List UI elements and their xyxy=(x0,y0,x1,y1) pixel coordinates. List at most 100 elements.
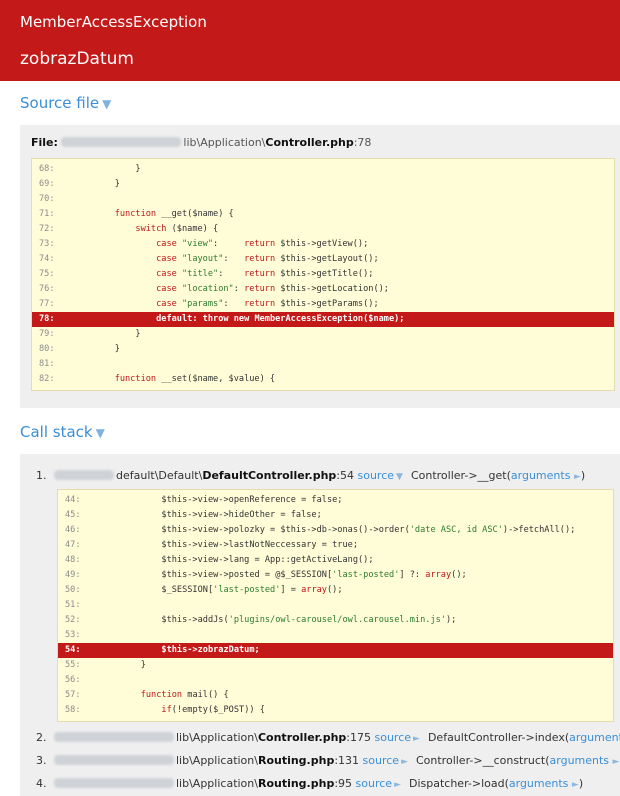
code-line: 47: $this->view->lastNotNeccessary = tru… xyxy=(58,538,613,553)
code-text: } xyxy=(94,329,141,339)
source-file-toggle[interactable]: Source file ▼ xyxy=(0,92,620,114)
line-number: 51: xyxy=(65,600,81,610)
source-code-block: 68: } 69: } 70: 71: function __get($name) {… xyxy=(31,158,615,391)
code-line: 45: $this->view->hideOther = false; xyxy=(58,508,613,523)
code-line: 76: case "location": return $this->getLo… xyxy=(32,282,614,297)
code-text: } xyxy=(120,660,146,670)
call-stack-list: 1. default\Default\DefaultController.php:… xyxy=(20,464,620,795)
stack-call-close: ) xyxy=(578,777,584,790)
line-number: 77: xyxy=(39,299,55,309)
stack-line: :131 xyxy=(334,754,360,767)
source-toggle-link[interactable]: source xyxy=(358,469,395,482)
stack-call: Controller->__construct( xyxy=(415,754,550,767)
code-line: 72: switch ($name) { xyxy=(32,222,614,237)
call-stack-item: 4. lib\Application\Routing.php:95 source ►… xyxy=(20,772,620,795)
arguments-toggle-link[interactable]: arguments xyxy=(511,469,571,482)
code-line: 71: function __get($name) { xyxy=(32,207,614,222)
line-number: 82: xyxy=(39,374,55,384)
call-stack-title: Call stack xyxy=(20,423,93,441)
code-line: 77: case "params": return $this->getPara… xyxy=(32,297,614,312)
code-line: 53: xyxy=(58,628,613,643)
line-number: 52: xyxy=(65,615,81,625)
code-text: } xyxy=(94,164,141,174)
file-path: File: lib\Application\Controller.php:78 xyxy=(20,134,620,151)
code-text: switch ($name) { xyxy=(135,224,219,234)
error-header: MemberAccessException zobrazDatum xyxy=(0,0,620,81)
code-text: case "title": return $this->getTitle(); xyxy=(156,269,374,279)
code-text: case "layout": return $this->getLayout()… xyxy=(156,254,379,264)
stack-index: 2. xyxy=(36,731,47,744)
line-number: 81: xyxy=(39,359,55,369)
code-text: $this->view->lastNotNeccessary = true; xyxy=(120,540,358,550)
source-file-title: Source file xyxy=(20,94,100,112)
blurred-path xyxy=(54,732,174,742)
stack-index: 3. xyxy=(36,754,47,767)
line-number: 71: xyxy=(39,209,55,219)
line-number: 80: xyxy=(39,344,55,354)
arguments-toggle-link[interactable]: arguments xyxy=(509,777,569,790)
code-line: 44: $this->view->openReference = false; xyxy=(58,493,613,508)
code-line: 50: $_SESSION['last-posted'] = array(); xyxy=(58,583,613,598)
line-number: 68: xyxy=(39,164,55,174)
code-line: 75: case "title": return $this->getTitle… xyxy=(32,267,614,282)
highlighted-code-line: 78: default: throw new MemberAccessExcep… xyxy=(32,312,614,327)
code-line: 51: xyxy=(58,598,613,613)
line-number: 54: xyxy=(65,645,81,655)
line-number: 56: xyxy=(65,675,81,685)
code-line: 70: xyxy=(32,192,614,207)
code-line: 68: } xyxy=(32,162,614,177)
stack-path: lib\Application\ xyxy=(176,754,258,767)
arguments-toggle-link[interactable]: arguments xyxy=(550,754,610,767)
line-number: 70: xyxy=(39,194,55,204)
arguments-toggle-link[interactable]: arguments xyxy=(569,731,620,744)
code-line: 73: case "view": return $this->getView()… xyxy=(32,237,614,252)
line-number: 49: xyxy=(65,570,81,580)
code-text: $this->view->polozky = $this->db->onas()… xyxy=(120,525,576,535)
code-text: if(!empty($_POST)) { xyxy=(161,705,265,715)
code-text: case "location": return $this->getLocati… xyxy=(156,284,389,294)
line-number: 75: xyxy=(39,269,55,279)
blurred-path xyxy=(54,755,174,765)
code-line: 52: $this->addJs('plugins/owl-carousel/o… xyxy=(58,613,613,628)
line-number: 47: xyxy=(65,540,81,550)
stack-path: default\Default\ xyxy=(116,469,203,482)
line-number: 57: xyxy=(65,690,81,700)
source-toggle-link[interactable]: source xyxy=(356,777,393,790)
code-line: 74: case "layout": return $this->getLayo… xyxy=(32,252,614,267)
line-number: 76: xyxy=(39,284,55,294)
stack-call-close: ) xyxy=(580,469,586,482)
code-text: function __get($name) { xyxy=(114,209,234,219)
stack-line: :175 xyxy=(346,731,371,744)
file-path-mid: lib\Application\ xyxy=(183,136,266,149)
line-number: 44: xyxy=(65,495,81,505)
code-text: default: throw new MemberAccessException… xyxy=(156,314,405,324)
line-number: 69: xyxy=(39,179,55,189)
blurred-path xyxy=(54,470,114,480)
stack-call: Controller->__get( xyxy=(410,469,511,482)
source-file-panel: File: lib\Application\Controller.php:78 … xyxy=(20,125,620,408)
triangle-right-icon: ► xyxy=(394,780,401,790)
stack-file: Controller.php xyxy=(257,731,347,744)
code-text: } xyxy=(94,179,120,189)
code-line: 81: xyxy=(32,357,614,372)
code-text: function __set($name, $value) { xyxy=(114,374,276,384)
blurred-path xyxy=(54,778,174,788)
code-text: $this->view->hideOther = false; xyxy=(120,510,322,520)
code-text: $_SESSION['last-posted'] = array(); xyxy=(120,585,343,595)
source-toggle-link[interactable]: source xyxy=(363,754,400,767)
code-text: } xyxy=(94,344,120,354)
line-number: 48: xyxy=(65,555,81,565)
line-number: 46: xyxy=(65,525,81,535)
call-stack-toggle[interactable]: Call stack ▼ xyxy=(0,421,620,443)
stack-line: :54 xyxy=(336,469,354,482)
call-stack-item: 2. lib\Application\Controller.php:175 sou… xyxy=(20,726,620,749)
call-stack-panel: 1. default\Default\DefaultController.php:… xyxy=(20,454,620,796)
code-text: function mail() { xyxy=(140,690,229,700)
line-number: 72: xyxy=(39,224,55,234)
triangle-down-icon: ▼ xyxy=(95,426,105,440)
line-number: 45: xyxy=(65,510,81,520)
source-toggle-link[interactable]: source xyxy=(375,731,412,744)
triangle-down-icon: ▼ xyxy=(396,472,403,482)
